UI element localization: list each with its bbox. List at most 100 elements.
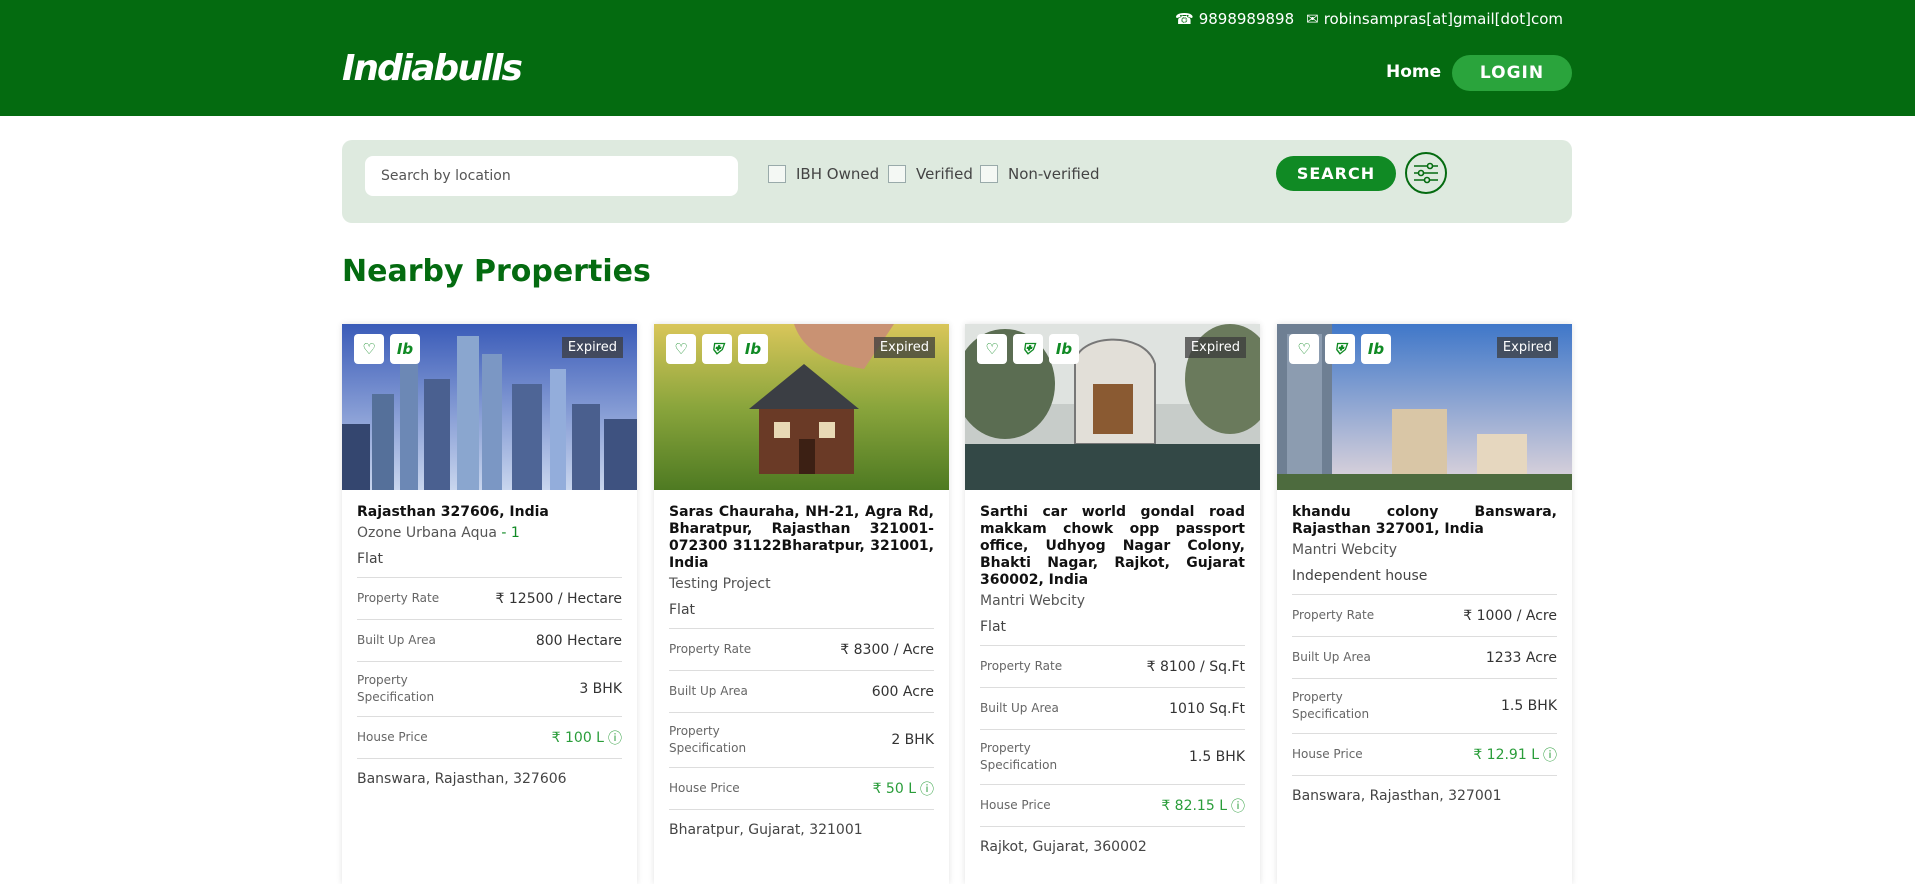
property-rate-value: ₹ 12500 / Hectare [495,590,622,607]
status-badge: Expired [873,337,935,358]
property-address[interactable]: Rajasthan 327606, India [357,504,622,521]
ib-logo-icon: Ib [390,334,420,364]
project-suffix: - 1 [496,525,520,541]
property-location: Banswara, Rajasthan, 327001 [1292,788,1502,804]
property-rate-label: Property Rate [669,642,752,656]
house-price-value: ₹ 12.91 L ⓘ [1473,745,1557,765]
project-name: Mantri Webcity [980,593,1245,609]
verified-shield-icon: ⛨ [702,334,732,364]
ib-logo-icon: Ib [1361,334,1391,364]
property-rate-row: Property Rate ₹ 1000 / Acre [1292,594,1557,636]
card-icon-group: ♡ ⛨ Ib [666,334,768,364]
property-card[interactable]: ♡ Ib Expired Rajasthan 327606, India Ozo… [342,324,637,884]
phone-number: 9898989898 [1198,10,1295,28]
property-type: Independent house [1292,568,1428,584]
house-price-amount: ₹ 50 L [872,780,916,797]
property-type: Flat [980,619,1007,635]
non-verified-checkbox[interactable] [980,165,998,183]
property-card[interactable]: ♡ ⛨ Ib Expired Sarthi car world gondal r… [965,324,1260,884]
house-price-label: House Price [1292,747,1363,761]
property-image[interactable]: ♡ ⛨ Ib Expired [965,324,1260,490]
house-price-label: House Price [669,781,740,795]
contact-bar: ☎ 9898989898 ✉ robinsampras[at]gmail[dot… [1175,10,1563,28]
house-price-value: ₹ 100 L ⓘ [552,728,622,748]
project-title: Mantri Webcity [980,593,1085,609]
email-address: robinsampras[at]gmail[dot]com [1323,10,1563,28]
property-rate-value: ₹ 1000 / Acre [1463,607,1557,624]
specification-value: 1.5 BHK [1188,749,1245,765]
heart-icon[interactable]: ♡ [666,334,696,364]
property-rate-value: ₹ 8300 / Acre [840,641,934,658]
property-rate-value: ₹ 8100 / Sq.Ft [1146,658,1245,675]
non-verified-label: Non-verified [1008,165,1100,183]
phone-contact[interactable]: ☎ 9898989898 [1175,10,1294,28]
info-icon[interactable]: ⓘ [920,779,934,799]
property-location: Rajkot, Gujarat, 360002 [980,839,1147,855]
property-card[interactable]: ♡ ⛨ Ib Expired Saras Chauraha, NH-21, Ag… [654,324,949,884]
property-card[interactable]: ♡ ⛨ Ib Expired khandu colony Banswara, R… [1277,324,1572,884]
brand-logo[interactable]: Indiabulls [342,48,523,89]
location-search-input[interactable] [365,156,738,196]
property-address[interactable]: Sarthi car world gondal road makkam chow… [980,504,1245,589]
card-body: khandu colony Banswara, Rajasthan 327001… [1277,490,1572,816]
info-icon[interactable]: ⓘ [1543,745,1557,765]
status-badge: Expired [1184,337,1246,358]
project-title: Ozone Urbana Aqua [357,525,497,541]
specification-row: Property Specification 2 BHK [669,712,934,767]
nav-home-link[interactable]: Home [1386,62,1441,82]
advanced-filters-button[interactable] [1405,152,1447,194]
envelope-icon: ✉ [1306,10,1319,28]
specification-row: Property Specification 1.5 BHK [1292,678,1557,733]
built-up-area-row: Built Up Area 1233 Acre [1292,636,1557,678]
heart-icon[interactable]: ♡ [977,334,1007,364]
house-price-value: ₹ 50 L ⓘ [873,779,934,799]
property-address[interactable]: Saras Chauraha, NH-21, Agra Rd, Bharatpu… [669,504,934,572]
filter-ibh-owned[interactable]: IBH Owned [768,165,879,183]
specification-label: Property Specification [1292,690,1370,721]
built-up-area-row: Built Up Area 800 Hectare [357,619,622,661]
specification-value: 2 BHK [891,732,934,748]
house-price-amount: ₹ 100 L [551,729,604,746]
ibh-owned-checkbox[interactable] [768,165,786,183]
info-icon[interactable]: ⓘ [608,728,622,748]
filter-non-verified[interactable]: Non-verified [980,165,1100,183]
specification-label: Property Specification [357,673,435,704]
house-price-value: ₹ 82.15 L ⓘ [1161,796,1245,816]
house-price-row: House Price ₹ 12.91 L ⓘ [1292,733,1557,776]
verified-checkbox[interactable] [888,165,906,183]
house-price-label: House Price [980,798,1051,812]
house-price-row: House Price ₹ 100 L ⓘ [357,716,622,759]
login-button[interactable]: LOGIN [1452,55,1572,91]
property-rate-label: Property Rate [1292,608,1375,622]
property-image[interactable]: ♡ Ib Expired [342,324,637,490]
filter-verified[interactable]: Verified [888,165,973,183]
property-image[interactable]: ♡ ⛨ Ib Expired [654,324,949,490]
property-type: Flat [357,551,384,567]
verified-label: Verified [916,165,973,183]
status-badge: Expired [1496,337,1558,358]
property-rate-label: Property Rate [980,659,1063,673]
house-price-label: House Price [357,730,428,744]
sliders-icon [1414,162,1438,184]
email-contact[interactable]: ✉ robinsampras[at]gmail[dot]com [1306,10,1563,28]
section-title: Nearby Properties [342,254,651,289]
specification-value: 3 BHK [579,681,622,697]
info-icon[interactable]: ⓘ [1231,796,1245,816]
property-location: Bharatpur, Gujarat, 321001 [669,822,863,838]
property-location: Banswara, Rajasthan, 327606 [357,771,567,787]
search-button[interactable]: SEARCH [1276,156,1396,191]
heart-icon[interactable]: ♡ [354,334,384,364]
project-title: Testing Project [669,576,771,592]
project-title: Mantri Webcity [1292,542,1397,558]
property-image[interactable]: ♡ ⛨ Ib Expired [1277,324,1572,490]
property-rate-label: Property Rate [357,591,440,605]
heart-icon[interactable]: ♡ [1289,334,1319,364]
specification-label: Property Specification [669,724,747,755]
built-up-area-value: 600 Acre [871,683,934,700]
built-up-area-label: Built Up Area [669,684,748,698]
property-rate-row: Property Rate ₹ 8300 / Acre [669,628,934,670]
verified-shield-icon: ⛨ [1013,334,1043,364]
project-name: Testing Project [669,576,934,592]
property-address[interactable]: khandu colony Banswara, Rajasthan 327001… [1292,504,1557,538]
site-header: ☎ 9898989898 ✉ robinsampras[at]gmail[dot… [0,0,1915,116]
